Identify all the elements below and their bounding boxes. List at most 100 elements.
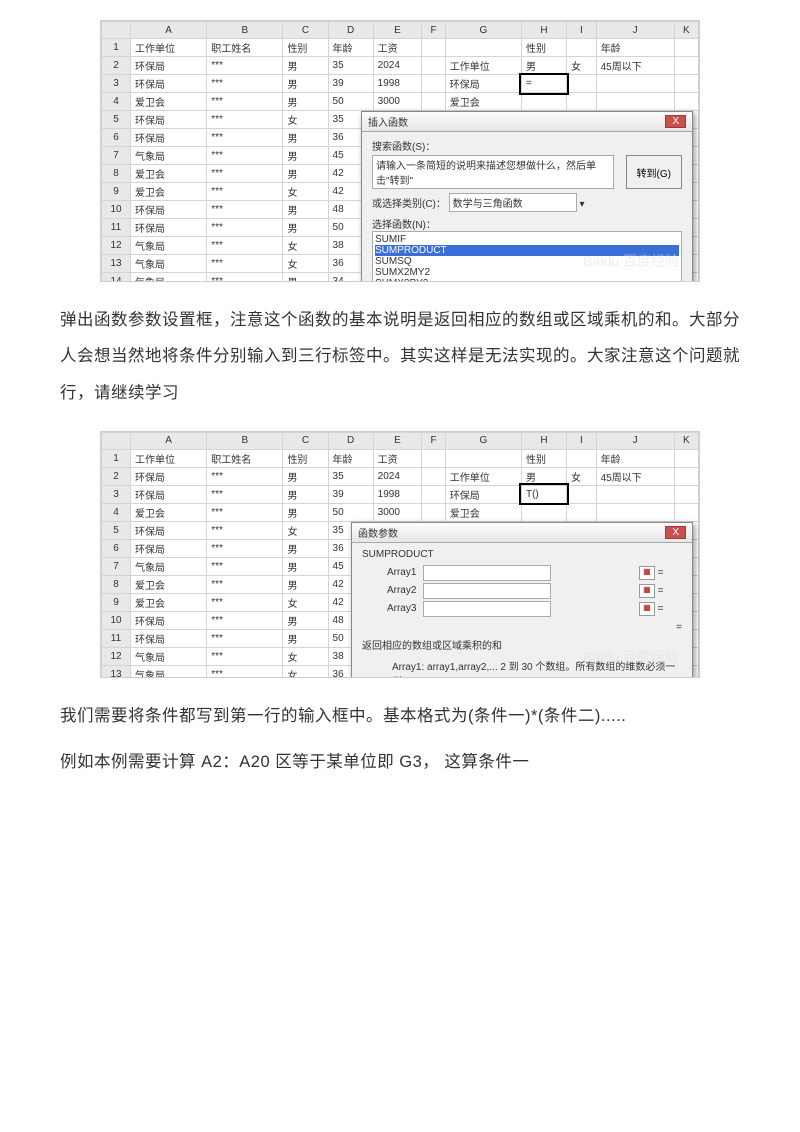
cell[interactable]: 气象局 xyxy=(131,557,207,575)
cell[interactable]: 爱卫会 xyxy=(131,503,207,521)
cell[interactable]: 气象局 xyxy=(131,647,207,665)
col-header[interactable]: H xyxy=(521,432,566,449)
cell[interactable]: *** xyxy=(207,237,283,255)
cell[interactable] xyxy=(445,449,521,467)
cell[interactable]: *** xyxy=(207,219,283,237)
cell[interactable]: *** xyxy=(207,593,283,611)
cell[interactable]: 气象局 xyxy=(131,665,207,678)
cell[interactable]: 男 xyxy=(283,629,328,647)
cell[interactable]: 爱卫会 xyxy=(131,593,207,611)
col-header[interactable]: G xyxy=(445,22,521,39)
cell[interactable]: 环保局 xyxy=(445,75,521,93)
row-header[interactable]: 1 xyxy=(102,39,131,57)
col-header[interactable]: J xyxy=(596,432,674,449)
cell[interactable] xyxy=(674,39,698,57)
close-icon[interactable]: X xyxy=(665,115,686,128)
cell[interactable]: 工作单位 xyxy=(445,57,521,75)
cell[interactable] xyxy=(422,467,446,485)
cell[interactable] xyxy=(674,75,698,93)
cell[interactable]: 性别 xyxy=(283,39,328,57)
cell[interactable] xyxy=(567,485,597,503)
cell[interactable]: 爱卫会 xyxy=(131,575,207,593)
col-header[interactable] xyxy=(102,22,131,39)
cell[interactable] xyxy=(567,75,597,93)
cell[interactable]: 男 xyxy=(283,611,328,629)
col-header[interactable]: B xyxy=(207,432,283,449)
cell[interactable]: 性别 xyxy=(521,39,566,57)
cell[interactable]: 男 xyxy=(283,503,328,521)
cell[interactable] xyxy=(596,485,674,503)
cell[interactable] xyxy=(674,449,698,467)
row-header[interactable]: 11 xyxy=(102,629,131,647)
row-header[interactable]: 6 xyxy=(102,129,131,147)
cell[interactable] xyxy=(422,449,446,467)
cell[interactable] xyxy=(422,485,446,503)
category-select[interactable]: 数学与三角函数 xyxy=(449,193,577,212)
cell[interactable] xyxy=(422,503,446,521)
cell[interactable]: 环保局 xyxy=(131,129,207,147)
col-header[interactable]: C xyxy=(283,432,328,449)
cell[interactable]: *** xyxy=(207,273,283,283)
cell[interactable]: 男 xyxy=(283,467,328,485)
row-header[interactable]: 9 xyxy=(102,183,131,201)
cell[interactable]: 男 xyxy=(283,201,328,219)
cell[interactable]: 男 xyxy=(283,219,328,237)
cell[interactable]: 年龄 xyxy=(596,39,674,57)
cell[interactable] xyxy=(567,93,597,111)
cell[interactable]: 女 xyxy=(567,57,597,75)
cell[interactable] xyxy=(422,39,446,57)
col-header[interactable]: I xyxy=(567,22,597,39)
cell[interactable]: 35 xyxy=(328,467,373,485)
cell[interactable]: *** xyxy=(207,629,283,647)
cell[interactable]: 性别 xyxy=(283,449,328,467)
cell[interactable]: 环保局 xyxy=(131,201,207,219)
cell[interactable]: 气象局 xyxy=(131,255,207,273)
cell[interactable]: 男 xyxy=(283,575,328,593)
cell[interactable]: 爱卫会 xyxy=(131,183,207,201)
cell[interactable]: *** xyxy=(207,539,283,557)
cell[interactable]: *** xyxy=(207,57,283,75)
cell[interactable] xyxy=(422,93,446,111)
cell[interactable]: *** xyxy=(207,575,283,593)
col-header[interactable]: D xyxy=(328,432,373,449)
range-selector-icon[interactable]: ▦ xyxy=(639,584,655,598)
cell[interactable]: 环保局 xyxy=(131,219,207,237)
cell[interactable]: 工资 xyxy=(373,449,422,467)
cell[interactable]: 女 xyxy=(283,183,328,201)
cell[interactable]: 性别 xyxy=(521,449,566,467)
row-header[interactable]: 2 xyxy=(102,57,131,75)
cell[interactable]: *** xyxy=(207,165,283,183)
cell[interactable]: *** xyxy=(207,503,283,521)
col-header[interactable]: K xyxy=(674,432,698,449)
chevron-down-icon[interactable]: ▾ xyxy=(579,199,584,210)
cell[interactable] xyxy=(674,57,698,75)
cell[interactable]: 3000 xyxy=(373,503,422,521)
cell[interactable]: 45周以下 xyxy=(596,467,674,485)
cell[interactable] xyxy=(521,93,566,111)
cell[interactable]: 女 xyxy=(283,647,328,665)
cell[interactable]: 女 xyxy=(283,593,328,611)
cell[interactable]: *** xyxy=(207,467,283,485)
cell[interactable]: 环保局 xyxy=(131,111,207,129)
row-header[interactable]: 8 xyxy=(102,575,131,593)
row-header[interactable]: 3 xyxy=(102,75,131,93)
array1-input[interactable] xyxy=(423,565,551,581)
cell[interactable]: 环保局 xyxy=(131,539,207,557)
cell[interactable]: 环保局 xyxy=(131,485,207,503)
row-header[interactable]: 7 xyxy=(102,557,131,575)
col-header[interactable]: F xyxy=(422,432,446,449)
row-header[interactable]: 4 xyxy=(102,503,131,521)
row-header[interactable]: 13 xyxy=(102,665,131,678)
cell[interactable]: 环保局 xyxy=(131,467,207,485)
array2-input[interactable] xyxy=(423,583,551,599)
cell[interactable]: 50 xyxy=(328,503,373,521)
row-header[interactable]: 7 xyxy=(102,147,131,165)
cell[interactable] xyxy=(521,503,566,521)
col-header[interactable]: C xyxy=(283,22,328,39)
cell[interactable]: *** xyxy=(207,255,283,273)
cell[interactable]: 环保局 xyxy=(131,611,207,629)
cell[interactable]: 工作单位 xyxy=(445,467,521,485)
col-header[interactable]: J xyxy=(596,22,674,39)
cell[interactable]: 爱卫会 xyxy=(131,93,207,111)
cell[interactable] xyxy=(567,503,597,521)
